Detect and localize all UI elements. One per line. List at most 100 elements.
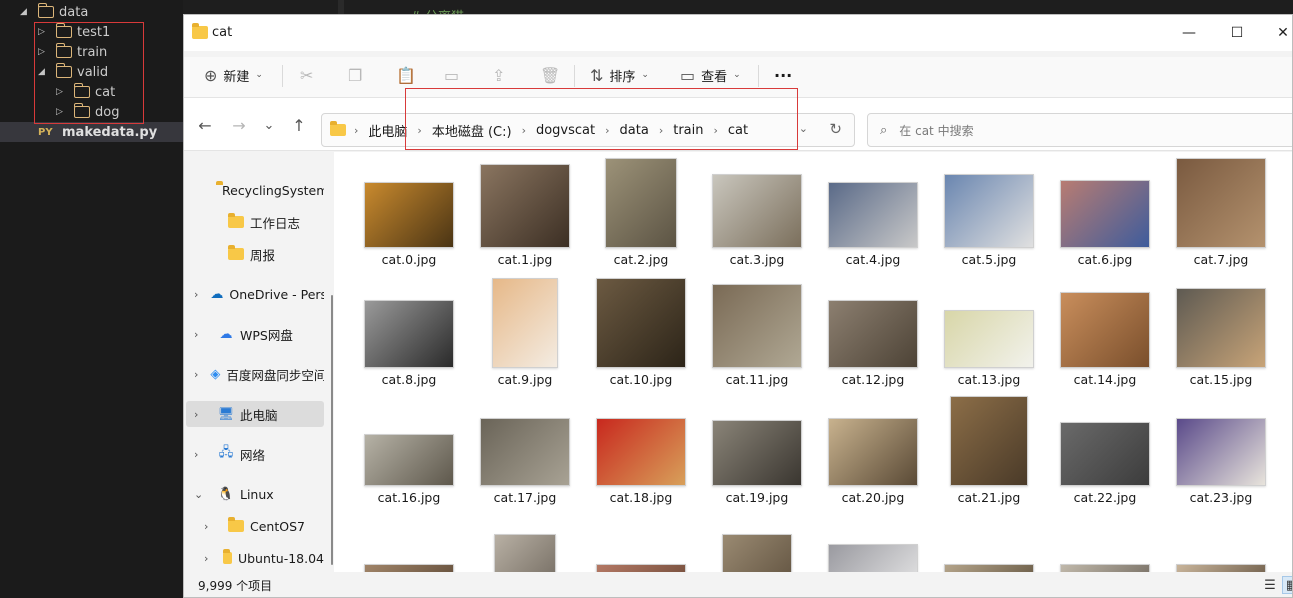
sidebar-item[interactable]: › ◈ 百度网盘同步空间 <box>186 361 324 387</box>
toolbar-divider <box>574 65 575 87</box>
plus-circle-icon: ⊕ <box>204 65 218 85</box>
chevron-down-icon: ⌄ <box>733 70 741 80</box>
sidebar-item[interactable]: › CentOS7 <box>186 513 324 539</box>
chevron-right-icon[interactable]: › <box>204 552 211 565</box>
file-item[interactable] <box>934 396 1044 486</box>
python-file-icon: PY <box>38 126 53 138</box>
window-title: cat <box>212 25 233 40</box>
sidebar-item-label: OneDrive - Personal <box>229 286 324 302</box>
sort-icon: ⇅ <box>590 65 604 85</box>
maximize-button[interactable]: ☐ <box>1214 15 1260 51</box>
highlight-box-tree <box>34 22 144 124</box>
copy-button[interactable]: ❐ <box>348 57 362 93</box>
toolbar-divider <box>282 65 283 87</box>
sidebar-item[interactable]: 工作日志 <box>186 209 324 235</box>
file-item[interactable] <box>818 396 928 486</box>
chevron-right-icon[interactable]: › <box>194 448 206 461</box>
file-item[interactable] <box>354 278 464 368</box>
sidebar-item[interactable]: › Ubuntu-18.04 <box>186 545 324 571</box>
file-name: cat.7.jpg <box>1193 252 1249 267</box>
sidebar-item[interactable]: › ☁ OneDrive - Personal <box>186 281 324 307</box>
image-thumbnail <box>1060 180 1150 248</box>
file-item[interactable] <box>354 514 464 572</box>
refresh-icon[interactable]: ↻ <box>829 120 842 138</box>
chevron-right-icon: › <box>354 123 359 137</box>
file-item[interactable] <box>470 396 580 486</box>
file-item[interactable] <box>586 514 696 572</box>
search-box[interactable]: ⌕ 在 cat 中搜索 <box>867 113 1292 147</box>
file-item[interactable] <box>818 158 928 248</box>
chevron-right-icon[interactable]: › <box>194 288 198 301</box>
folder-icon <box>222 549 232 564</box>
file-name: cat.1.jpg <box>497 252 553 267</box>
tree-item-label: makedata.py <box>62 124 158 140</box>
file-item[interactable] <box>702 396 812 486</box>
file-name: cat.9.jpg <box>497 372 553 387</box>
file-item[interactable] <box>702 158 812 248</box>
sidebar-item[interactable]: › ☁ WPS网盘 <box>186 321 324 347</box>
tree-item-file[interactable]: PY makedata.py <box>0 122 183 142</box>
file-item[interactable] <box>934 278 1044 368</box>
file-item[interactable] <box>818 278 928 368</box>
navigation-pane: RecyclingSystem 工作日志周报 › ☁ OneDrive - Person… <box>184 152 334 572</box>
sidebar-item[interactable]: RecyclingSystem <box>186 177 324 203</box>
image-thumbnail <box>944 174 1034 248</box>
file-item[interactable] <box>934 514 1044 572</box>
file-item[interactable] <box>586 396 696 486</box>
file-item[interactable] <box>1166 278 1276 368</box>
breadcrumb-item[interactable]: 此电脑 <box>368 121 407 140</box>
file-item[interactable] <box>354 396 464 486</box>
up-button[interactable]: ↑ <box>288 114 310 136</box>
file-item[interactable] <box>586 158 696 248</box>
file-item[interactable] <box>934 158 1044 248</box>
file-item[interactable] <box>470 158 580 248</box>
status-bar: 9,999 个项目 ☰ ▦ <box>184 572 1292 597</box>
recent-locations-button[interactable]: ⌄ <box>258 114 280 136</box>
large-icons-view-icon[interactable]: ▦ <box>1282 576 1292 594</box>
chevron-down-icon[interactable]: ⌄ <box>194 488 206 501</box>
details-view-icon[interactable]: ☰ <box>1260 576 1280 594</box>
sidebar-item[interactable]: › 🖥 此电脑 <box>186 401 324 427</box>
sidebar-item[interactable]: 周报 <box>186 241 324 267</box>
file-item[interactable] <box>1050 514 1160 572</box>
trash-icon: 🗑 <box>540 65 561 85</box>
file-item[interactable] <box>1166 514 1276 572</box>
image-thumbnail <box>1176 418 1266 486</box>
file-item[interactable] <box>702 514 812 572</box>
file-name: cat.21.jpg <box>957 490 1021 505</box>
file-item[interactable] <box>470 514 580 572</box>
sidebar-item[interactable]: ⌄ 🐧 Linux <box>186 481 324 507</box>
new-button[interactable]: ⊕ 新建 ⌄ <box>204 57 263 93</box>
file-item[interactable] <box>1050 396 1160 486</box>
file-item[interactable] <box>1166 158 1276 248</box>
sidebar-item-label: 此电脑 <box>240 407 278 423</box>
chevron-right-icon[interactable]: › <box>194 368 198 381</box>
image-thumbnail <box>828 418 918 486</box>
chevron-right-icon[interactable]: › <box>204 520 216 533</box>
chevron-right-icon[interactable]: › <box>194 408 206 421</box>
toolbar-divider <box>758 65 759 87</box>
sidebar-item-icon: 🖥 <box>217 406 235 422</box>
cut-button[interactable]: ✂ <box>300 57 313 93</box>
image-thumbnail <box>364 182 454 248</box>
expanded-arrow-icon[interactable]: ◢ <box>20 7 30 17</box>
file-item[interactable] <box>470 278 580 368</box>
file-item[interactable] <box>818 514 928 572</box>
tree-item-label: data <box>59 4 89 20</box>
navigation-pane-scrollbar[interactable] <box>331 295 333 565</box>
file-item[interactable] <box>354 158 464 248</box>
file-item[interactable] <box>702 278 812 368</box>
file-item[interactable] <box>1050 278 1160 368</box>
file-item[interactable] <box>1050 158 1160 248</box>
minimize-button[interactable]: — <box>1166 15 1212 51</box>
back-button[interactable]: ← <box>194 114 216 136</box>
chevron-right-icon[interactable]: › <box>194 328 206 341</box>
tree-item-folder[interactable]: ◢ data <box>0 2 183 22</box>
file-item[interactable] <box>586 278 696 368</box>
address-history-chevron-icon[interactable]: ⌄ <box>799 122 808 135</box>
file-item[interactable] <box>1166 396 1276 486</box>
sidebar-item-label: 周报 <box>250 247 276 263</box>
close-button[interactable]: ✕ <box>1260 15 1292 51</box>
sidebar-item[interactable]: › 🖧 网络 <box>186 441 324 467</box>
forward-button[interactable]: → <box>228 114 250 136</box>
